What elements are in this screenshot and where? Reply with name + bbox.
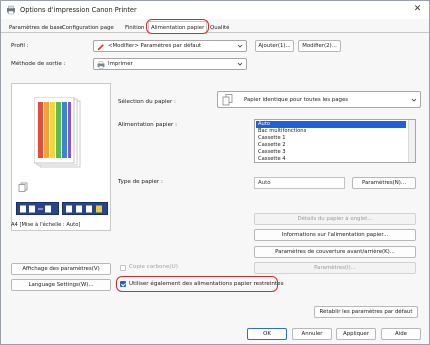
copies-icon bbox=[18, 182, 28, 192]
profile-value: <Modifier> Paramètres par défaut bbox=[108, 43, 202, 49]
list-item[interactable]: Cassette 4 bbox=[256, 156, 406, 163]
carbon-copy-checkbox[interactable] bbox=[120, 265, 126, 271]
chevron-down-icon bbox=[237, 44, 243, 48]
show-settings-button[interactable]: Affichage des paramètres(V) bbox=[11, 263, 111, 275]
list-item[interactable]: Cassette 3 bbox=[256, 149, 406, 156]
carbon-copy-label: Copie carbone(U) bbox=[129, 264, 178, 270]
tab-quality[interactable]: Qualité bbox=[210, 23, 229, 33]
paper-stack-icon bbox=[222, 94, 233, 106]
printer-icon bbox=[97, 61, 105, 69]
list-item[interactable]: Bac multifonctions bbox=[256, 128, 406, 135]
paper-source-indicator[interactable] bbox=[62, 202, 108, 215]
paper-selection-label: Sélection du papier : bbox=[118, 99, 176, 105]
paper-source-info-button[interactable]: Informations sur l'alimentation papier..… bbox=[254, 229, 416, 241]
edit-profile-button[interactable]: Modifier(2)... bbox=[298, 40, 341, 52]
tab-highlight-annotation bbox=[146, 19, 209, 34]
paper-source-label: Alimentation papier : bbox=[118, 122, 177, 128]
cover-settings-button[interactable]: Paramètres de couverture avant/arrière(K… bbox=[254, 246, 416, 258]
paper-type-settings-button[interactable]: Paramètres(N)... bbox=[352, 177, 416, 189]
close-icon[interactable]: ✕ bbox=[412, 4, 423, 15]
list-item[interactable]: Cassette 1 bbox=[256, 135, 406, 142]
profile-label: Profil : bbox=[11, 43, 29, 49]
help-button[interactable]: Aide bbox=[381, 328, 421, 340]
page-preview-image bbox=[34, 97, 81, 168]
paper-selection-dropdown[interactable]: Papier identique pour toutes les pages bbox=[217, 91, 421, 108]
duplex-mode-indicator[interactable] bbox=[16, 202, 59, 215]
duplex-icon bbox=[20, 205, 51, 213]
chevron-down-icon bbox=[237, 62, 243, 66]
checkbox-highlight-annotation bbox=[116, 276, 278, 292]
tab-basic-settings[interactable]: Paramètres de base bbox=[9, 23, 63, 33]
language-settings-button[interactable]: Language Settings(W)... bbox=[11, 279, 111, 291]
paper-type-field: Auto bbox=[254, 177, 345, 189]
tab-finishing[interactable]: Finition bbox=[125, 23, 144, 33]
window-title: Options d'impression Canon Printer bbox=[20, 6, 137, 14]
carbon-copy-settings-button[interactable]: Paramètres(I)... bbox=[254, 262, 416, 274]
apply-button[interactable]: Appliquer bbox=[336, 328, 376, 340]
paper-source-list[interactable]: Auto Bac multifonctions Cassette 1 Casse… bbox=[254, 119, 416, 163]
restore-defaults-button[interactable]: Rétablir les paramètres par défaut bbox=[314, 306, 418, 318]
cancel-button[interactable]: Annuler bbox=[292, 328, 332, 340]
printer-app-icon bbox=[7, 5, 15, 15]
print-options-window: Options d'impression Canon Printer ✕ Par… bbox=[0, 0, 430, 345]
add-profile-button[interactable]: Ajouter(1)... bbox=[255, 40, 294, 52]
profile-dropdown[interactable]: <Modifier> Paramètres par défaut bbox=[93, 40, 247, 52]
output-method-label: Méthode de sortie : bbox=[11, 61, 66, 67]
tab-paper-details-button[interactable]: Détails du papier à onglet... bbox=[254, 213, 416, 225]
output-method-value: Imprimer bbox=[108, 61, 133, 67]
paper-type-label: Type de papier : bbox=[118, 179, 163, 185]
preview-caption: A4 [Mise à l'échelle : Auto] bbox=[11, 222, 81, 228]
output-method-dropdown[interactable]: Imprimer bbox=[93, 58, 247, 70]
title-bar: Options d'impression Canon Printer ✕ bbox=[1, 1, 429, 19]
tab-page-setup[interactable]: Configuration page bbox=[62, 23, 114, 33]
page-preview-panel bbox=[11, 83, 111, 231]
list-item[interactable]: Cassette 2 bbox=[256, 142, 406, 149]
list-item[interactable]: Auto bbox=[256, 121, 406, 128]
list-scrollbar[interactable] bbox=[408, 120, 415, 162]
paper-tray-icon bbox=[66, 205, 102, 213]
chevron-down-icon bbox=[411, 98, 417, 102]
paper-selection-value: Papier identique pour toutes les pages bbox=[244, 97, 349, 103]
tab-strip: Paramètres de base Configuration page Fi… bbox=[1, 21, 429, 34]
ok-button[interactable]: OK bbox=[247, 328, 287, 340]
pencil-icon bbox=[98, 44, 104, 50]
